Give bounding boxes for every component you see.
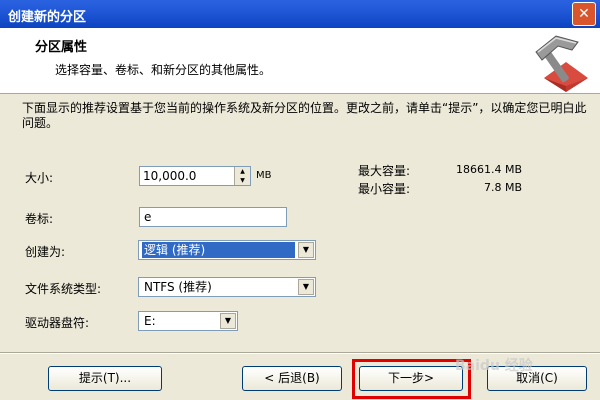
description-text: 下面显示的推荐设置基于您当前的操作系统及新分区的位置。更改之前，请单击“提示”，… bbox=[22, 101, 587, 130]
title-bar: 创建新的分区 ✕ bbox=[0, 0, 600, 28]
chevron-down-icon[interactable]: ▼ bbox=[298, 279, 314, 295]
size-unit: MB bbox=[256, 170, 272, 181]
header-subtitle: 选择容量、卷标、和新分区的其他属性。 bbox=[55, 63, 272, 77]
volume-label-label: 卷标: bbox=[25, 212, 54, 226]
volume-label-value: e bbox=[144, 210, 152, 224]
create-as-select[interactable]: 逻辑 (推荐) ▼ bbox=[138, 240, 316, 260]
size-label: 大小: bbox=[25, 171, 54, 185]
wizard-header: 分区属性 选择容量、卷标、和新分区的其他属性。 bbox=[0, 28, 600, 94]
max-capacity-value: 18661.4 MB bbox=[455, 163, 522, 176]
back-button[interactable]: < 后退(B) bbox=[242, 366, 342, 391]
next-button-highlight bbox=[352, 359, 471, 399]
spin-buttons: ▲ ▼ bbox=[234, 167, 250, 185]
chevron-down-icon[interactable]: ▼ bbox=[298, 242, 314, 258]
fs-type-value: NTFS (推荐) bbox=[144, 280, 212, 294]
footer-divider bbox=[0, 352, 600, 354]
chevron-down-icon[interactable]: ▼ bbox=[220, 313, 236, 329]
header-title: 分区属性 bbox=[35, 40, 88, 55]
window-title: 创建新的分区 bbox=[8, 10, 87, 25]
size-stepper[interactable]: 10,000.0 ▲ ▼ bbox=[139, 166, 251, 186]
close-icon[interactable]: ✕ bbox=[572, 2, 596, 26]
drive-letter-label: 驱动器盘符: bbox=[25, 316, 90, 330]
spin-down-icon[interactable]: ▼ bbox=[235, 176, 250, 185]
drive-letter-value: E: bbox=[144, 314, 156, 328]
spin-up-icon[interactable]: ▲ bbox=[235, 167, 250, 176]
min-capacity-value: 7.8 MB bbox=[483, 181, 522, 194]
hint-button[interactable]: 提示(T)... bbox=[48, 366, 162, 391]
create-as-value: 逻辑 (推荐) bbox=[142, 242, 295, 258]
fs-type-select[interactable]: NTFS (推荐) ▼ bbox=[138, 277, 316, 297]
hammer-icon bbox=[535, 35, 588, 92]
volume-label-input[interactable]: e bbox=[139, 207, 287, 227]
max-capacity-label: 最大容量: bbox=[358, 164, 411, 178]
create-as-label: 创建为: bbox=[25, 245, 66, 259]
watermark: Baidu 经验 bbox=[455, 358, 533, 374]
drive-letter-select[interactable]: E: ▼ bbox=[138, 311, 238, 331]
fs-type-label: 文件系统类型: bbox=[25, 282, 102, 296]
min-capacity-label: 最小容量: bbox=[358, 182, 411, 196]
size-value[interactable]: 10,000.0 bbox=[143, 169, 196, 183]
